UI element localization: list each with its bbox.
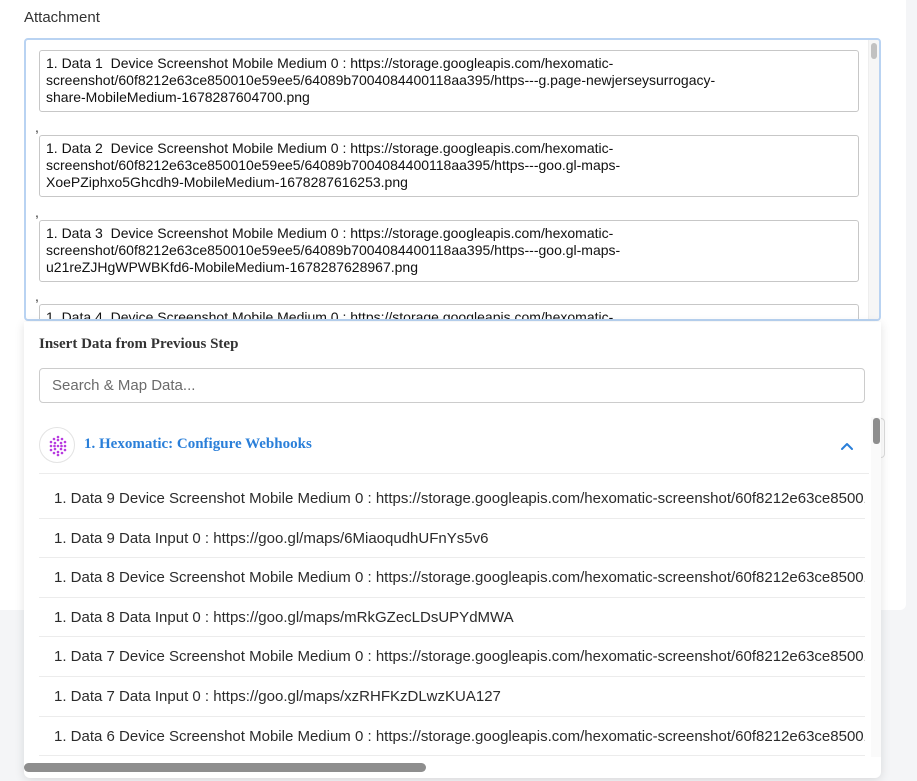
- list-item[interactable]: 1. Data 7 Data Input 0 : https://goo.gl/…: [39, 677, 865, 717]
- attachment-label: Attachment: [24, 9, 100, 26]
- list-item[interactable]: 1. Data 6 Device Screenshot Mobile Mediu…: [39, 717, 865, 757]
- dropdown-scrollbar[interactable]: [871, 417, 881, 757]
- chip-separator: ,: [35, 204, 39, 220]
- list-item[interactable]: 1. Data 7 Device Screenshot Mobile Mediu…: [39, 637, 865, 677]
- list-item[interactable]: 1. Data 9 Device Screenshot Mobile Mediu…: [39, 479, 865, 519]
- insert-data-dropdown: Insert Data from Previous Step 1. Hexoma…: [24, 322, 881, 778]
- dropdown-scrollbar-thumb[interactable]: [873, 418, 880, 444]
- group-header-hexomatic[interactable]: 1. Hexomatic: Configure Webhooks: [39, 422, 869, 474]
- horizontal-scrollbar-thumb[interactable]: [24, 763, 426, 772]
- attachment-scrollbar-thumb[interactable]: [871, 43, 877, 59]
- attachment-field[interactable]: 1. Data 1 Device Screenshot Mobile Mediu…: [24, 38, 881, 321]
- group-name: 1. Hexomatic: Configure Webhooks: [84, 436, 312, 452]
- attachment-chip[interactable]: 1. Data 1 Device Screenshot Mobile Mediu…: [39, 50, 859, 112]
- attachment-chip[interactable]: 1. Data 2 Device Screenshot Mobile Mediu…: [39, 135, 859, 197]
- search-input[interactable]: [39, 368, 865, 403]
- attachment-chip[interactable]: 1. Data 4 Device Screenshot Mobile Mediu…: [39, 304, 859, 319]
- dropdown-title: Insert Data from Previous Step: [39, 336, 239, 352]
- list-item[interactable]: 1. Data 8 Device Screenshot Mobile Mediu…: [39, 558, 865, 598]
- list-item[interactable]: 1. Data 8 Data Input 0 : https://goo.gl/…: [39, 598, 865, 638]
- chevron-up-icon[interactable]: [839, 438, 855, 454]
- attachment-chip[interactable]: 1. Data 3 Device Screenshot Mobile Mediu…: [39, 220, 859, 282]
- data-item-list: 1. Data 9 Device Screenshot Mobile Mediu…: [39, 479, 865, 757]
- list-item[interactable]: 1. Data 9 Data Input 0 : https://goo.gl/…: [39, 519, 865, 559]
- chip-separator: ,: [35, 119, 39, 135]
- chip-separator: ,: [35, 288, 39, 304]
- hexomatic-logo-icon: [39, 427, 75, 463]
- attachment-scrollbar[interactable]: [868, 40, 879, 319]
